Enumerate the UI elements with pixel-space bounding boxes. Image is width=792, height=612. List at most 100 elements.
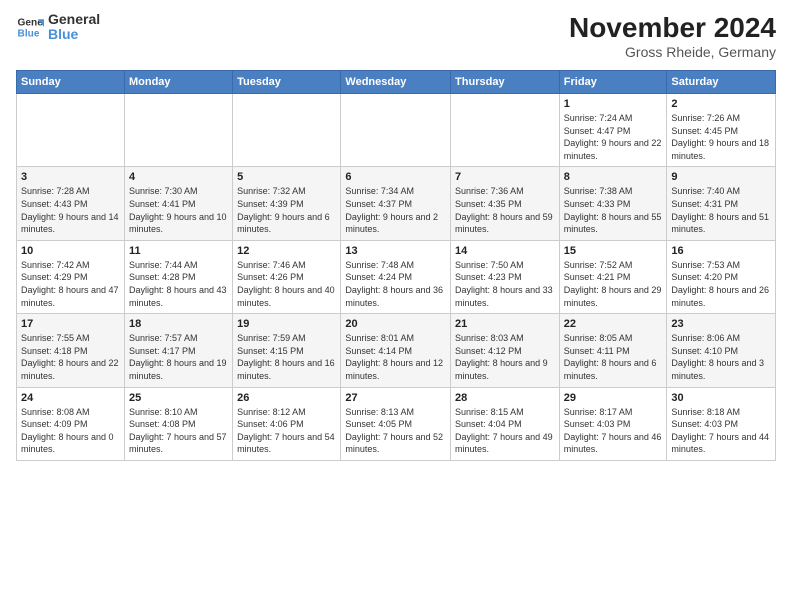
day-number: 9 (671, 171, 771, 183)
calendar-header-row: Sunday Monday Tuesday Wednesday Thursday… (17, 71, 776, 94)
day-cell: 14 Sunrise: 7:50 AMSunset: 4:23 PMDayligh… (451, 240, 560, 313)
day-cell (17, 94, 125, 167)
week-row-5: 24 Sunrise: 8:08 AMSunset: 4:09 PMDayligh… (17, 387, 776, 460)
day-info: Sunrise: 8:06 AMSunset: 4:10 PMDaylight:… (671, 332, 771, 382)
day-cell: 16 Sunrise: 7:53 AMSunset: 4:20 PMDayligh… (667, 240, 776, 313)
day-number: 24 (21, 392, 120, 404)
col-sunday: Sunday (17, 71, 125, 94)
calendar-table: Sunday Monday Tuesday Wednesday Thursday… (16, 70, 776, 461)
day-cell (341, 94, 451, 167)
day-number: 30 (671, 392, 771, 404)
calendar-title: November 2024 (569, 12, 776, 44)
day-number: 29 (564, 392, 663, 404)
day-info: Sunrise: 7:53 AMSunset: 4:20 PMDaylight:… (671, 259, 771, 309)
day-info: Sunrise: 8:15 AMSunset: 4:04 PMDaylight:… (455, 406, 555, 456)
day-number: 25 (129, 392, 228, 404)
day-number: 8 (564, 171, 663, 183)
day-cell: 23 Sunrise: 8:06 AMSunset: 4:10 PMDayligh… (667, 314, 776, 387)
day-cell: 2 Sunrise: 7:26 AMSunset: 4:45 PMDaylight… (667, 94, 776, 167)
col-friday: Friday (559, 71, 667, 94)
calendar-subtitle: Gross Rheide, Germany (569, 44, 776, 60)
week-row-2: 3Sunrise: 7:28 AMSunset: 4:43 PMDaylight… (17, 167, 776, 240)
day-info: Sunrise: 7:59 AMSunset: 4:15 PMDaylight:… (237, 332, 336, 382)
day-number: 18 (129, 318, 228, 330)
day-cell: 9 Sunrise: 7:40 AMSunset: 4:31 PMDaylight… (667, 167, 776, 240)
day-cell: 19 Sunrise: 7:59 AMSunset: 4:15 PMDayligh… (233, 314, 341, 387)
day-number: 12 (237, 245, 336, 257)
day-cell: 21 Sunrise: 8:03 AMSunset: 4:12 PMDayligh… (451, 314, 560, 387)
day-cell: 11Sunrise: 7:44 AMSunset: 4:28 PMDayligh… (124, 240, 232, 313)
page-header: General Blue General Blue November 2024 … (16, 12, 776, 60)
day-info: Sunrise: 7:52 AMSunset: 4:21 PMDaylight:… (564, 259, 663, 309)
day-number: 11 (129, 245, 228, 257)
day-info: Sunrise: 7:30 AMSunset: 4:41 PMDaylight:… (129, 185, 228, 235)
day-info: Sunrise: 7:50 AMSunset: 4:23 PMDaylight:… (455, 259, 555, 309)
day-info: Sunrise: 7:24 AMSunset: 4:47 PMDaylight:… (564, 112, 663, 162)
day-number: 20 (345, 318, 446, 330)
day-info: Sunrise: 8:03 AMSunset: 4:12 PMDaylight:… (455, 332, 555, 382)
week-row-3: 10Sunrise: 7:42 AMSunset: 4:29 PMDayligh… (17, 240, 776, 313)
day-info: Sunrise: 7:32 AMSunset: 4:39 PMDaylight:… (237, 185, 336, 235)
day-cell: 7 Sunrise: 7:36 AMSunset: 4:35 PMDaylight… (451, 167, 560, 240)
day-info: Sunrise: 7:40 AMSunset: 4:31 PMDaylight:… (671, 185, 771, 235)
logo-line2: Blue (48, 27, 100, 42)
day-info: Sunrise: 8:08 AMSunset: 4:09 PMDaylight:… (21, 406, 120, 456)
week-row-1: 1 Sunrise: 7:24 AMSunset: 4:47 PMDaylight… (17, 94, 776, 167)
page-container: General Blue General Blue November 2024 … (0, 0, 792, 469)
day-cell: 18Sunrise: 7:57 AMSunset: 4:17 PMDayligh… (124, 314, 232, 387)
day-info: Sunrise: 8:12 AMSunset: 4:06 PMDaylight:… (237, 406, 336, 456)
svg-text:General: General (18, 18, 44, 29)
col-tuesday: Tuesday (233, 71, 341, 94)
day-cell: 30 Sunrise: 8:18 AMSunset: 4:03 PMDayligh… (667, 387, 776, 460)
day-number: 14 (455, 245, 555, 257)
day-info: Sunrise: 7:55 AMSunset: 4:18 PMDaylight:… (21, 332, 120, 382)
day-number: 28 (455, 392, 555, 404)
day-number: 10 (21, 245, 120, 257)
day-cell: 10Sunrise: 7:42 AMSunset: 4:29 PMDayligh… (17, 240, 125, 313)
day-number: 16 (671, 245, 771, 257)
svg-text:Blue: Blue (18, 29, 40, 40)
day-number: 22 (564, 318, 663, 330)
day-cell: 12 Sunrise: 7:46 AMSunset: 4:26 PMDayligh… (233, 240, 341, 313)
day-cell: 5Sunrise: 7:32 AMSunset: 4:39 PMDaylight… (233, 167, 341, 240)
day-number: 19 (237, 318, 336, 330)
day-cell: 6 Sunrise: 7:34 AMSunset: 4:37 PMDaylight… (341, 167, 451, 240)
day-cell: 4 Sunrise: 7:30 AMSunset: 4:41 PMDaylight… (124, 167, 232, 240)
day-cell: 27Sunrise: 8:13 AMSunset: 4:05 PMDayligh… (341, 387, 451, 460)
day-number: 2 (671, 98, 771, 110)
day-info: Sunrise: 8:10 AMSunset: 4:08 PMDaylight:… (129, 406, 228, 456)
day-number: 13 (345, 245, 446, 257)
day-info: Sunrise: 8:13 AMSunset: 4:05 PMDaylight:… (345, 406, 446, 456)
day-cell: 28 Sunrise: 8:15 AMSunset: 4:04 PMDayligh… (451, 387, 560, 460)
title-block: November 2024 Gross Rheide, Germany (569, 12, 776, 60)
day-info: Sunrise: 8:01 AMSunset: 4:14 PMDaylight:… (345, 332, 446, 382)
day-cell: 20 Sunrise: 8:01 AMSunset: 4:14 PMDayligh… (341, 314, 451, 387)
day-info: Sunrise: 8:18 AMSunset: 4:03 PMDaylight:… (671, 406, 771, 456)
day-cell (124, 94, 232, 167)
day-number: 21 (455, 318, 555, 330)
day-number: 7 (455, 171, 555, 183)
logo: General Blue General Blue (16, 12, 100, 43)
day-cell: 25 Sunrise: 8:10 AMSunset: 4:08 PMDayligh… (124, 387, 232, 460)
day-info: Sunrise: 7:38 AMSunset: 4:33 PMDaylight:… (564, 185, 663, 235)
day-number: 23 (671, 318, 771, 330)
day-info: Sunrise: 7:46 AMSunset: 4:26 PMDaylight:… (237, 259, 336, 309)
day-number: 6 (345, 171, 446, 183)
day-number: 4 (129, 171, 228, 183)
day-info: Sunrise: 7:26 AMSunset: 4:45 PMDaylight:… (671, 112, 771, 162)
day-number: 3 (21, 171, 120, 183)
week-row-4: 17 Sunrise: 7:55 AMSunset: 4:18 PMDayligh… (17, 314, 776, 387)
day-info: Sunrise: 7:34 AMSunset: 4:37 PMDaylight:… (345, 185, 446, 235)
logo-line1: General (48, 12, 100, 27)
day-number: 1 (564, 98, 663, 110)
day-cell: 13 Sunrise: 7:48 AMSunset: 4:24 PMDayligh… (341, 240, 451, 313)
day-cell (451, 94, 560, 167)
day-info: Sunrise: 7:48 AMSunset: 4:24 PMDaylight:… (345, 259, 446, 309)
day-cell: 1 Sunrise: 7:24 AMSunset: 4:47 PMDaylight… (559, 94, 667, 167)
day-cell: 17 Sunrise: 7:55 AMSunset: 4:18 PMDayligh… (17, 314, 125, 387)
day-cell: 8 Sunrise: 7:38 AMSunset: 4:33 PMDaylight… (559, 167, 667, 240)
day-number: 17 (21, 318, 120, 330)
day-info: Sunrise: 8:17 AMSunset: 4:03 PMDaylight:… (564, 406, 663, 456)
day-info: Sunrise: 7:36 AMSunset: 4:35 PMDaylight:… (455, 185, 555, 235)
day-cell (233, 94, 341, 167)
